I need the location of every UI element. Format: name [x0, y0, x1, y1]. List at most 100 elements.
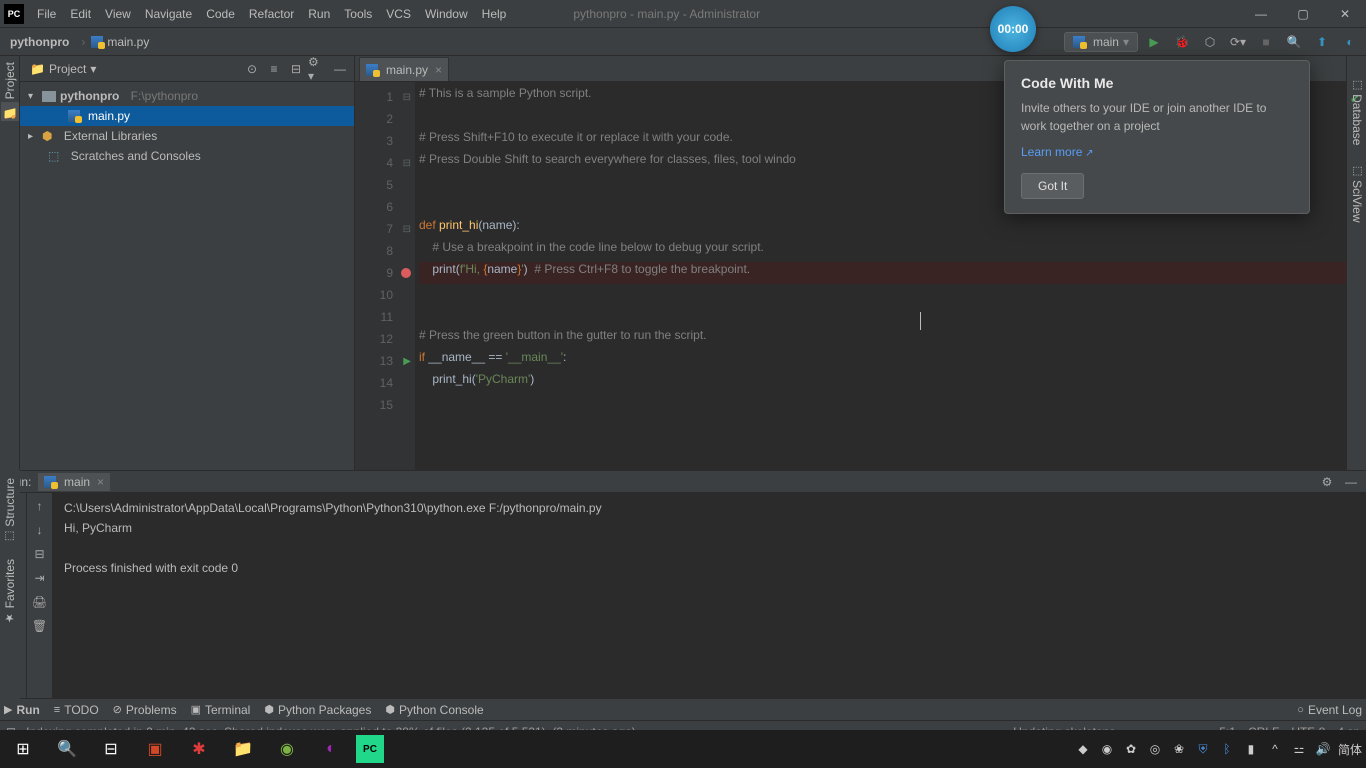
menu-edit[interactable]: Edit — [63, 7, 98, 21]
menu-help[interactable]: Help — [475, 7, 514, 21]
stop-button[interactable]: ■ — [1254, 30, 1278, 54]
python-console-tool-button[interactable]: ⬢ Python Console — [385, 703, 483, 717]
project-tool-button[interactable]: 📁 Project — [1, 56, 19, 127]
update-button[interactable]: ⬆ — [1310, 30, 1334, 54]
menu-navigate[interactable]: Navigate — [138, 7, 199, 21]
tray-icon[interactable]: ◉ — [1098, 740, 1116, 758]
menu-run[interactable]: Run — [301, 7, 337, 21]
terminal-tool-button[interactable]: ▣ Terminal — [191, 703, 251, 717]
taskbar-app-explorer[interactable]: 📁 — [224, 734, 262, 764]
scroll-up-icon[interactable]: ↑ — [31, 497, 49, 515]
taskbar-app-browser[interactable]: ◉ — [268, 734, 306, 764]
breakpoint-icon[interactable] — [401, 268, 411, 278]
scroll-down-icon[interactable]: ↓ — [31, 521, 49, 539]
menu-file[interactable]: File — [30, 7, 63, 21]
structure-tool-button[interactable]: ⬚ Structure — [0, 470, 20, 551]
python-file-icon — [44, 476, 56, 488]
breadcrumb-file[interactable]: main.py — [75, 33, 155, 51]
run-tool-button[interactable]: ▶ Run — [4, 703, 40, 717]
task-view-icon[interactable]: ⊟ — [92, 734, 130, 764]
problems-tool-button[interactable]: ⊘ Problems — [113, 703, 177, 717]
tray-volume-icon[interactable]: 🔊 — [1314, 740, 1332, 758]
tree-root[interactable]: ▾pythonpro F:\pythonpro — [20, 86, 354, 106]
menu-code[interactable]: Code — [199, 7, 242, 21]
right-tool-strip: ✔ ⬚ Database ⬚ SciView — [1346, 56, 1366, 470]
taskbar-app-pycharm[interactable]: PC — [356, 735, 384, 763]
tree-scratches[interactable]: ⬚ Scratches and Consoles — [20, 146, 354, 166]
project-panel-title[interactable]: 📁 Project ▾ — [24, 60, 102, 78]
tree-external-libraries[interactable]: ▸⬢ External Libraries — [20, 126, 354, 146]
menu-bar: PC File Edit View Navigate Code Refactor… — [0, 0, 1366, 28]
python-packages-tool-button[interactable]: ⬢ Python Packages — [264, 703, 371, 717]
app-icon: PC — [4, 4, 24, 24]
coverage-button[interactable]: ⬡ — [1198, 30, 1222, 54]
run-gutter-icon[interactable]: ▶ — [403, 356, 411, 367]
clear-icon[interactable]: 🗑 — [31, 617, 49, 635]
profile-button[interactable]: ⟳▾ — [1226, 30, 1250, 54]
close-run-tab-icon[interactable]: × — [97, 475, 104, 489]
maximize-button[interactable]: ▢ — [1282, 1, 1324, 27]
ime-indicator[interactable]: 简体 — [1338, 741, 1362, 758]
breadcrumb-project[interactable]: pythonpro — [4, 33, 75, 51]
run-tool-window: Run: main × ⚙ — ▶ 🔧 ■ ⊞ 📌 ↑ ↓ ⊟ ⇥ 🖨 🗑 C:… — [0, 470, 1366, 698]
run-tab-main[interactable]: main × — [38, 473, 110, 491]
tray-chevron-icon[interactable]: ^ — [1266, 740, 1284, 758]
tree-file-main[interactable]: main.py — [20, 106, 354, 126]
menu-tools[interactable]: Tools — [337, 7, 379, 21]
menu-window[interactable]: Window — [418, 7, 475, 21]
editor-gutter[interactable]: 1⊟ 2 3 4⊟ 5 6 7⊟ 8 9 10 11 12 13▶ 14 15 — [355, 82, 415, 470]
editor-tab-main[interactable]: main.py× — [359, 57, 449, 81]
search-everywhere-button[interactable]: 🔍 — [1282, 30, 1306, 54]
close-tab-icon[interactable]: × — [435, 63, 442, 77]
print-icon[interactable]: 🖨 — [31, 593, 49, 611]
ide-settings-button[interactable]: ◐ — [1338, 30, 1362, 54]
hide-panel-icon[interactable]: — — [330, 59, 350, 79]
taskbar-app-2[interactable]: ✱ — [180, 734, 218, 764]
search-icon[interactable]: 🔍 — [48, 734, 86, 764]
close-button[interactable]: ✕ — [1324, 1, 1366, 27]
settings-icon[interactable]: ⚙ ▾ — [308, 59, 328, 79]
bottom-tool-strip: ▶ Run ≡ TODO ⊘ Problems ▣ Terminal ⬢ Pyt… — [0, 698, 1366, 720]
database-tool-button[interactable]: ⬚ Database — [1347, 70, 1366, 153]
tray-battery-icon[interactable]: ▮ — [1242, 740, 1260, 758]
learn-more-link[interactable]: Learn more — [1021, 145, 1094, 159]
tray-icon[interactable]: ◆ — [1074, 740, 1092, 758]
debug-button[interactable]: 🐞 — [1170, 30, 1194, 54]
favorites-tool-button[interactable]: ★ Favorites — [0, 551, 20, 632]
window-title: pythonpro - main.py - Administrator — [573, 7, 760, 21]
popup-title: Code With Me — [1021, 75, 1293, 91]
sciview-tool-button[interactable]: ⬚ SciView — [1347, 156, 1366, 231]
event-log-button[interactable]: ○ Event Log — [1297, 703, 1362, 717]
timer-badge[interactable]: 00:00 — [990, 6, 1036, 52]
minimize-button[interactable]: — — [1240, 1, 1282, 27]
expand-all-icon[interactable]: ≡ — [264, 59, 284, 79]
scroll-end-icon[interactable]: ⇥ — [31, 569, 49, 587]
python-file-icon — [68, 110, 80, 122]
tray-shield-icon[interactable]: ⛨ — [1194, 740, 1212, 758]
run-button[interactable]: ▶ — [1142, 30, 1166, 54]
soft-wrap-icon[interactable]: ⊟ — [31, 545, 49, 563]
tray-network-icon[interactable]: ⚍ — [1290, 740, 1308, 758]
hide-run-icon[interactable]: — — [1342, 473, 1360, 491]
got-it-button[interactable]: Got It — [1021, 173, 1084, 199]
start-button[interactable]: ⊞ — [4, 734, 42, 764]
run-config-selector[interactable]: main ▾ — [1064, 32, 1138, 52]
menu-view[interactable]: View — [98, 7, 138, 21]
code-with-me-popup: Code With Me Invite others to your IDE o… — [1004, 60, 1310, 214]
taskbar-app-5[interactable]: ◐ — [312, 734, 350, 764]
windows-taskbar: ⊞ 🔍 ⊟ ▣ ✱ 📁 ◉ ◐ PC ◆ ◉ ✿ ◎ ❀ ⛨ ᛒ ▮ ^ ⚍ 🔊… — [0, 730, 1366, 768]
console-output[interactable]: C:\Users\Administrator\AppData\Local\Pro… — [52, 493, 1366, 698]
left-tool-strip: 📁 Project — [0, 56, 20, 470]
run-settings-icon[interactable]: ⚙ — [1318, 473, 1336, 491]
python-file-icon — [91, 36, 103, 48]
todo-tool-button[interactable]: ≡ TODO — [54, 703, 99, 717]
select-opened-file-icon[interactable]: ⊙ — [242, 59, 262, 79]
tray-icon[interactable]: ◎ — [1146, 740, 1164, 758]
tray-icon[interactable]: ✿ — [1122, 740, 1140, 758]
taskbar-app-powerpoint[interactable]: ▣ — [136, 734, 174, 764]
collapse-all-icon[interactable]: ⊟ — [286, 59, 306, 79]
tray-icon[interactable]: ❀ — [1170, 740, 1188, 758]
menu-refactor[interactable]: Refactor — [242, 7, 301, 21]
tray-bluetooth-icon[interactable]: ᛒ — [1218, 740, 1236, 758]
menu-vcs[interactable]: VCS — [379, 7, 418, 21]
